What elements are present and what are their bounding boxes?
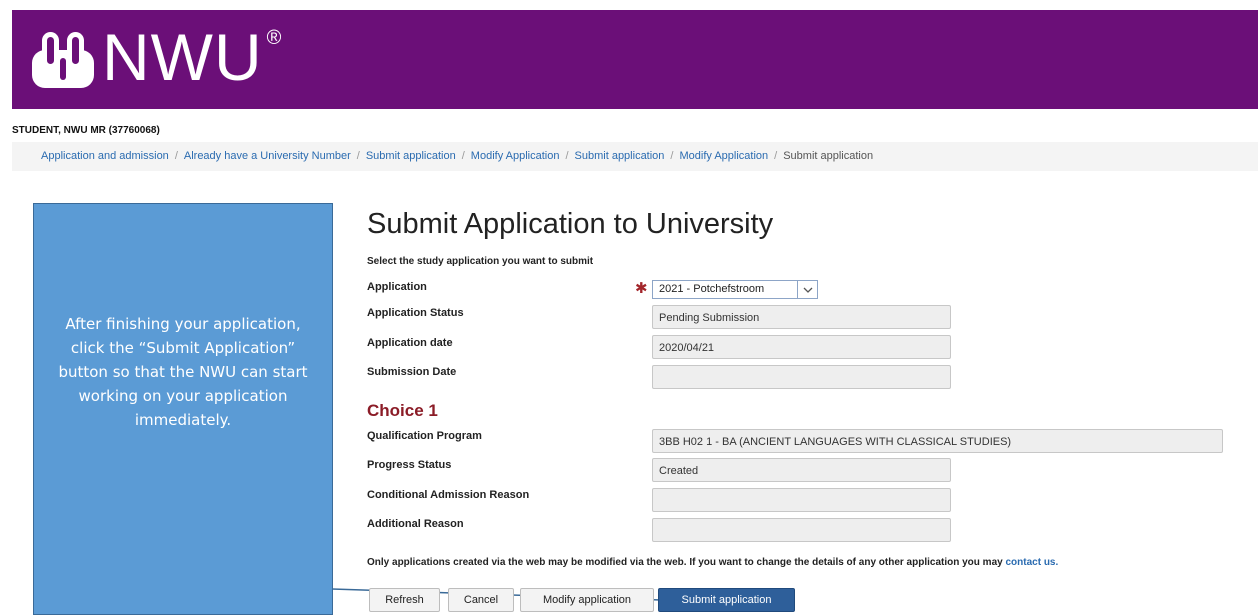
breadcrumb-submit-application[interactable]: Submit application [575,150,665,162]
application-date-field: 2020/04/21 [652,335,951,359]
registered-mark: ® [266,27,282,49]
breadcrumb-separator: / [565,150,569,162]
cancel-button[interactable]: Cancel [448,588,514,612]
breadcrumb-separator: / [356,150,360,162]
additional-reason-label: Additional Reason [367,518,464,530]
breadcrumb-submit-application[interactable]: Submit application [366,150,456,162]
page-title: Submit Application to University [367,208,774,240]
breadcrumb-separator: / [461,150,465,162]
additional-reason-field [652,518,951,542]
submit-application-button[interactable]: Submit application [658,588,795,612]
breadcrumb: Application and admission / Already have a… [12,142,1258,171]
breadcrumb-separator: / [174,150,178,162]
conditional-admission-reason-label: Conditional Admission Reason [367,489,530,501]
logo-text: NWU [102,20,263,94]
application-status-field: Pending Submission [652,305,951,329]
breadcrumb-current-page: Submit application [783,150,874,162]
modify-application-button[interactable]: Modify application [520,588,654,612]
nwu-logo[interactable]: NWU ® [32,24,281,90]
required-icon: ✱ [635,280,648,297]
progress-status-label: Progress Status [367,459,452,471]
modification-note-text: Only applications created via the web ma… [367,557,1006,568]
modification-note: Only applications created via the web ma… [367,557,1058,568]
breadcrumb-separator: / [774,150,778,162]
submission-date-field [652,365,951,389]
choice-heading: Choice 1 [367,401,438,420]
conditional-admission-reason-field [652,488,951,512]
application-status-label: Application Status [367,307,464,319]
submission-date-label: Submission Date [367,366,457,378]
chevron-down-icon[interactable] [797,281,817,298]
refresh-button[interactable]: Refresh [369,588,440,612]
instruction-callout: After finishing your application, click … [33,203,333,615]
intro-text: Select the study application you want to… [367,256,594,267]
breadcrumb-already-have-university-number[interactable]: Already have a University Number [184,150,351,162]
header-banner: NWU ® [12,10,1258,109]
application-label: Application [367,281,427,293]
breadcrumb-separator: / [670,150,674,162]
contact-us-link[interactable]: contact us. [1005,557,1058,568]
nwu-logo-icon [32,32,94,88]
breadcrumb-modify-application[interactable]: Modify Application [679,150,768,162]
application-select-value: 2021 - Potchefstroom [659,283,765,295]
student-name: STUDENT, NWU MR (37760068) [12,125,160,136]
qualification-program-field: 3BB H02 1 - BA (ANCIENT LANGUAGES WITH C… [652,429,1223,453]
breadcrumb-application-and-admission[interactable]: Application and admission [41,150,169,162]
application-date-label: Application date [367,337,453,349]
breadcrumb-modify-application[interactable]: Modify Application [471,150,560,162]
application-select[interactable]: 2021 - Potchefstroom [652,280,818,299]
progress-status-field: Created [652,458,951,482]
qualification-program-label: Qualification Program [367,430,482,442]
